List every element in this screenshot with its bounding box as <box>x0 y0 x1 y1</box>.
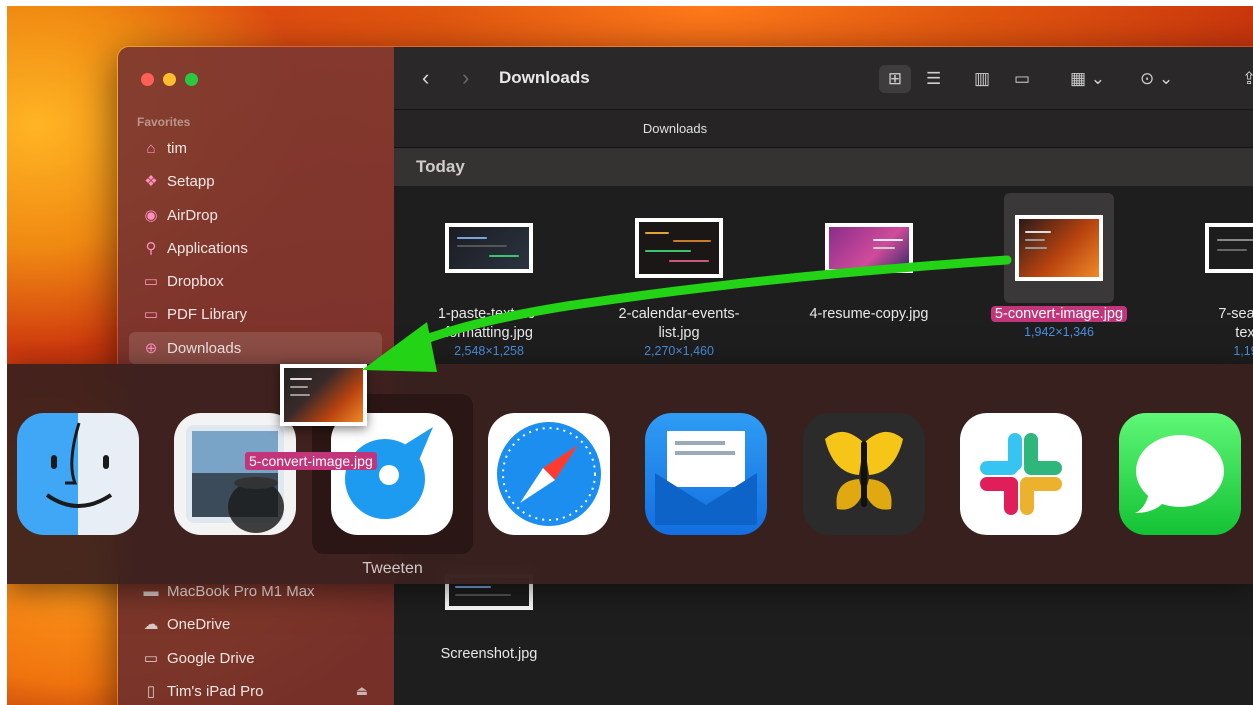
group-header-today: Today <box>394 148 1253 186</box>
messages-icon[interactable] <box>1119 413 1241 535</box>
sidebar-item-label: Tim's iPad Pro <box>167 682 264 700</box>
file-item-selected[interactable]: 5-convert-image.jpg 1,942×1,346 <box>964 193 1154 340</box>
file-dimensions: 1,194 <box>1233 344 1253 358</box>
group-by-icon[interactable]: ▦ ⌄ <box>1070 65 1105 93</box>
file-name: 1-paste-text-no- <box>437 306 541 322</box>
icon-view-icon[interactable]: ⊞ <box>879 65 911 93</box>
sidebar-item-tim[interactable]: ⌂ tim <box>129 132 382 164</box>
safari-icon[interactable] <box>488 413 610 535</box>
file-name: 5-convert-image.jpg <box>990 306 1128 322</box>
file-item[interactable]: 2-calendar-events-list.jpg 2,270×1,460 <box>584 193 774 359</box>
setapp-icon: ❖ <box>144 173 158 190</box>
sidebar-item-label: PDF Library <box>167 305 248 323</box>
sidebar-item-google-drive[interactable]: ▭ Google Drive <box>129 642 382 674</box>
airdrop-icon: ◉ <box>144 207 158 224</box>
toolbar: ‹ › Downloads ⊞ ☰ ▥ ▭ ▦ ⌄ ⊙ ⌄ ⇪ <box>394 47 1253 110</box>
mail-icon[interactable] <box>645 413 767 535</box>
sidebar-item-onedrive[interactable]: ☁ OneDrive <box>129 608 382 640</box>
sidebar-item-applications[interactable]: ⚲ Applications <box>129 232 382 264</box>
file-thumbnail <box>445 223 533 273</box>
file-thumbnail <box>1205 223 1253 273</box>
sidebar-item-label: Downloads <box>167 339 242 357</box>
file-name: 2-calendar-events- <box>618 306 740 322</box>
sidebar-item-label: Dropbox <box>167 272 224 290</box>
sidebar-item-dropbox[interactable]: ▭ Dropbox <box>129 265 382 297</box>
sidebar-section-favorites: Favorites <box>137 115 191 129</box>
app-switcher: Tweeten 5-convert-image.jpg <box>7 364 1253 584</box>
gallery-view-icon[interactable]: ▭ <box>1014 65 1030 93</box>
file-thumbnail <box>825 223 913 273</box>
applications-icon: ⚲ <box>145 240 157 257</box>
forward-button[interactable]: › <box>462 65 469 91</box>
sidebar-item-label: Google Drive <box>167 649 255 667</box>
sidebar-item-downloads[interactable]: ⊕ Downloads <box>129 332 382 364</box>
path-bar: Downloads <box>394 110 1253 148</box>
sidebar-item-label: AirDrop <box>167 206 218 224</box>
sidebar-item-airdrop[interactable]: ◉ AirDrop <box>129 199 382 231</box>
desktop: Favorites ⌂ tim ❖ Setapp ◉ AirDrop ⚲ App… <box>7 6 1253 705</box>
column-view-icon[interactable]: ▥ <box>974 65 990 93</box>
sidebar-item-setapp[interactable]: ❖ Setapp <box>129 165 382 197</box>
download-icon: ⊕ <box>144 340 158 357</box>
zoom-window-button[interactable] <box>185 73 198 86</box>
sidebar-item-label: MacBook Pro M1 Max <box>167 582 315 600</box>
dragged-file-label: 5-convert-image.jpg <box>245 452 377 470</box>
cloud-icon: ☁ <box>143 616 159 633</box>
folder-icon: ▭ <box>143 273 159 290</box>
back-button[interactable]: ‹ <box>422 65 429 91</box>
file-name: formatting.jpg <box>445 325 533 341</box>
file-dimensions: 1,942×1,346 <box>1024 325 1094 339</box>
folder-icon: ▭ <box>143 650 159 667</box>
file-dimensions: 2,548×1,258 <box>454 344 524 358</box>
home-icon: ⌂ <box>146 139 156 157</box>
list-view-icon[interactable]: ☰ <box>926 65 941 93</box>
window-title: Downloads <box>499 68 590 87</box>
file-name: 7-search- <box>1218 306 1253 322</box>
tweeten-icon[interactable] <box>331 413 453 535</box>
file-item[interactable]: 4-resume-copy.jpg <box>774 193 964 324</box>
ipad-icon: ▯ <box>146 683 156 700</box>
file-name: list.jpg <box>658 325 700 341</box>
file-thumbnail <box>1015 215 1103 281</box>
close-window-button[interactable] <box>141 73 154 86</box>
slack-icon[interactable] <box>960 413 1082 535</box>
sidebar-item-pdf-library[interactable]: ▭ PDF Library <box>129 298 382 330</box>
finder-icon[interactable] <box>17 413 139 535</box>
file-dimensions: 2,270×1,460 <box>644 344 714 358</box>
file-item[interactable]: 1-paste-text-no-formatting.jpg 2,548×1,2… <box>394 193 584 359</box>
sidebar-item-ipad[interactable]: ▯ Tim's iPad Pro ⏏ <box>129 675 382 705</box>
minimize-window-button[interactable] <box>163 73 176 86</box>
sidebar-item-label: OneDrive <box>167 615 231 633</box>
file-name: Screenshot.jpg <box>440 646 538 662</box>
sidebar-item-label: tim <box>167 139 187 157</box>
app-switcher-label: Tweeten <box>362 560 423 577</box>
eject-icon[interactable]: ⏏ <box>356 683 368 699</box>
share-icon[interactable]: ⇪ <box>1242 65 1253 93</box>
sidebar-item-label: Applications <box>167 239 248 257</box>
file-name: 4-resume-copy.jpg <box>809 306 929 322</box>
folder-icon: ▭ <box>143 306 159 323</box>
laptop-icon: ▬ <box>143 582 159 600</box>
dragged-file-thumbnail[interactable] <box>280 364 367 426</box>
file-item[interactable]: 7-search-text. 1,194 <box>1154 193 1253 359</box>
file-name: text. <box>1235 325 1253 341</box>
preview-icon[interactable] <box>174 413 296 535</box>
more-actions-icon[interactable]: ⊙ ⌄ <box>1140 65 1173 93</box>
sidebar-item-label: Setapp <box>167 172 215 190</box>
file-thumbnail <box>635 218 723 278</box>
ulysses-icon[interactable] <box>803 413 925 535</box>
